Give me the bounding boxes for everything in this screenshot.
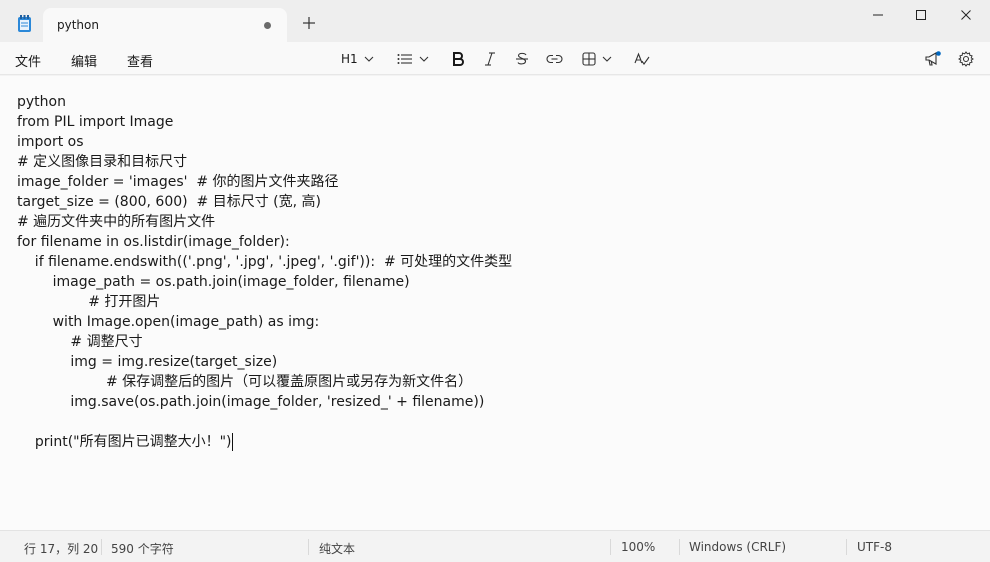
menu-file[interactable]: 文件 bbox=[15, 51, 41, 70]
editor-line: image_folder = 'images' # 你的图片文件夹路径 bbox=[17, 174, 339, 190]
character-count: 590 个字符 bbox=[111, 542, 174, 556]
encoding[interactable]: UTF-8 bbox=[857, 540, 892, 554]
status-divider bbox=[101, 539, 102, 555]
close-button[interactable] bbox=[943, 0, 989, 30]
heading-label: H1 bbox=[341, 52, 358, 66]
bulleted-list-icon bbox=[397, 54, 412, 64]
chevron-down-icon bbox=[602, 56, 612, 62]
tab-title: python bbox=[57, 18, 99, 32]
gear-icon bbox=[958, 51, 974, 67]
spellcheck-icon bbox=[634, 51, 650, 65]
editor-line-text: print("所有图片已调整大小！") bbox=[34, 434, 232, 450]
text-format[interactable]: 纯文本 bbox=[319, 540, 355, 557]
editor-line: with Image.open(image_path) as img: bbox=[17, 314, 320, 330]
status-bar: 行 17，列 20 590 个字符 纯文本 100% Windows (CRLF… bbox=[0, 530, 990, 562]
editor-line: if filename.endswith(('.png', '.jpg', '.… bbox=[17, 254, 513, 270]
editor-line: python bbox=[17, 94, 66, 110]
editor-line: # 保存调整后的图片（可以覆盖原图片或另存为新文件名） bbox=[17, 374, 473, 390]
cursor-position: 行 17，列 20 bbox=[24, 542, 99, 556]
editor-line: img = img.resize(target_size) bbox=[17, 354, 278, 370]
line-ending[interactable]: Windows (CRLF) bbox=[689, 540, 786, 554]
maximize-icon bbox=[916, 10, 926, 20]
link-icon bbox=[546, 54, 563, 64]
status-divider bbox=[679, 539, 680, 555]
bold-button[interactable] bbox=[452, 50, 464, 68]
editor-line: from PIL import Image bbox=[17, 114, 174, 130]
editor-line: # 定义图像目录和目标尺寸 bbox=[17, 154, 188, 170]
menu-toolbar: 文件 编辑 查看 H1 bbox=[0, 42, 990, 75]
bold-icon bbox=[453, 52, 464, 66]
editor-line: target_size = (800, 600) # 目标尺寸 (宽, 高) bbox=[17, 194, 321, 210]
new-tab-plus-icon[interactable] bbox=[300, 14, 318, 32]
status-divider bbox=[308, 539, 309, 555]
editor-line: img.save(os.path.join(image_folder, 'res… bbox=[17, 394, 485, 410]
chevron-down-icon bbox=[364, 56, 374, 62]
notepad-app-icon bbox=[18, 15, 31, 32]
editor-line: image_path = os.path.join(image_folder, … bbox=[17, 274, 410, 290]
link-button[interactable] bbox=[546, 50, 563, 68]
italic-icon bbox=[485, 52, 495, 66]
settings-button[interactable] bbox=[958, 50, 974, 68]
megaphone-icon bbox=[925, 51, 941, 66]
strikethrough-icon bbox=[516, 52, 528, 65]
minimize-icon bbox=[873, 14, 883, 16]
italic-button[interactable] bbox=[484, 50, 496, 68]
status-divider bbox=[610, 539, 611, 555]
editor-area[interactable]: python from PIL import Image import os #… bbox=[0, 76, 990, 530]
close-icon bbox=[961, 10, 971, 20]
table-icon bbox=[582, 52, 596, 66]
zoom-level[interactable]: 100% bbox=[621, 540, 655, 554]
editor-line: # 打开图片 bbox=[17, 294, 161, 310]
list-dropdown[interactable] bbox=[397, 50, 429, 68]
editor-line: # 调整尺寸 bbox=[17, 334, 143, 350]
title-bar: python bbox=[0, 0, 990, 42]
editor-line: for filename in os.listdir(image_folder)… bbox=[17, 234, 290, 250]
editor-line-last: print("所有图片已调整大小！") bbox=[17, 412, 233, 472]
editor-line: # 遍历文件夹中的所有图片文件 bbox=[17, 214, 216, 230]
spellcheck-button[interactable] bbox=[634, 50, 650, 68]
maximize-button[interactable] bbox=[898, 0, 944, 30]
status-divider bbox=[846, 539, 847, 555]
menu-edit[interactable]: 编辑 bbox=[71, 51, 97, 70]
table-dropdown[interactable] bbox=[582, 50, 612, 68]
unsaved-dot-icon[interactable] bbox=[264, 22, 271, 29]
strikethrough-button[interactable] bbox=[515, 50, 529, 68]
text-caret bbox=[231, 433, 233, 451]
heading-dropdown[interactable]: H1 bbox=[341, 50, 374, 68]
announcements-button[interactable] bbox=[924, 50, 942, 68]
chevron-down-icon bbox=[419, 56, 429, 62]
editor-line: import os bbox=[17, 134, 84, 150]
menu-view[interactable]: 查看 bbox=[127, 51, 153, 70]
minimize-button[interactable] bbox=[855, 0, 901, 30]
tab-python[interactable]: python bbox=[43, 8, 287, 42]
